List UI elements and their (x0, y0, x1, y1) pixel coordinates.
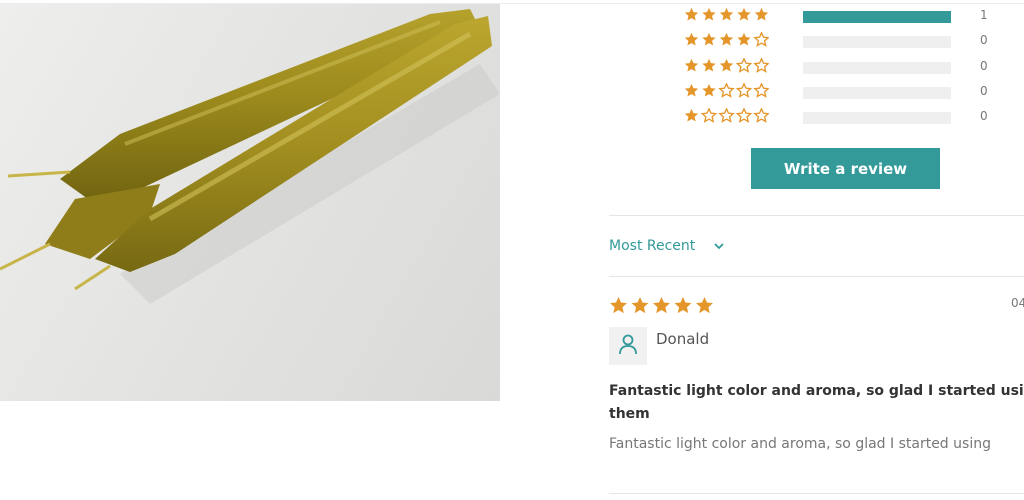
divider (609, 493, 1024, 494)
review-date: 04 (1011, 296, 1024, 310)
star-filled-icon (702, 58, 716, 72)
star-empty-icon (753, 32, 769, 47)
star-filled-icon (684, 7, 699, 21)
histogram-stars (684, 58, 774, 76)
star-filled-icon (702, 7, 716, 21)
star-empty-icon (718, 108, 735, 123)
histogram-bar-fill (803, 11, 951, 23)
star-empty-icon (753, 58, 769, 73)
star-filled-icon (674, 297, 692, 314)
histogram-row-1[interactable]: 0 (684, 108, 1004, 126)
star-filled-icon (737, 7, 751, 21)
star-filled-icon (719, 58, 734, 72)
histogram-row-4[interactable]: 0 (684, 32, 1004, 50)
write-review-button[interactable]: Write a review (751, 148, 940, 189)
sort-dropdown[interactable]: Most Recent (609, 236, 725, 256)
star-filled-icon (754, 7, 769, 21)
product-image (0, 4, 500, 401)
star-filled-icon (719, 32, 734, 46)
star-filled-icon (702, 32, 716, 46)
star-filled-icon (610, 297, 627, 314)
star-filled-icon (684, 58, 699, 72)
sort-label: Most Recent (609, 238, 696, 254)
divider (609, 215, 1024, 216)
histogram-count: 0 (980, 33, 988, 47)
star-empty-icon (735, 108, 753, 123)
star-filled-icon (653, 297, 670, 314)
histogram-stars (684, 83, 774, 101)
review-title: Fantastic light color and aroma, so glad… (609, 380, 1024, 426)
user-icon (618, 333, 638, 359)
star-filled-icon (737, 32, 751, 46)
chevron-down-icon (713, 238, 725, 254)
histogram-count: 0 (980, 109, 988, 123)
histogram-stars (684, 108, 774, 126)
histogram-row-2[interactable]: 0 (684, 83, 1004, 101)
review-title-line1: Fantastic light color and aroma, so glad… (609, 383, 1024, 399)
star-filled-icon (684, 83, 699, 97)
review-body: Fantastic light color and aroma, so glad… (609, 436, 991, 452)
star-empty-icon (735, 83, 753, 98)
review-author: Donald (656, 330, 710, 348)
star-filled-icon (684, 32, 699, 46)
histogram-row-3[interactable]: 0 (684, 58, 1004, 76)
star-filled-icon (719, 7, 734, 21)
histogram-bar (803, 87, 951, 99)
star-filled-icon (696, 297, 713, 314)
avatar (609, 327, 647, 365)
star-filled-icon (684, 108, 699, 122)
star-filled-icon (702, 83, 716, 97)
review-title-line2: them (609, 406, 650, 422)
star-empty-icon (718, 83, 735, 98)
review-rating (609, 296, 719, 316)
star-empty-icon (700, 108, 718, 123)
histogram-stars (684, 32, 774, 50)
histogram-bar (803, 36, 951, 48)
histogram-bar (803, 62, 951, 74)
histogram-bar (803, 112, 951, 124)
divider (609, 276, 1024, 277)
histogram-count: 1 (980, 8, 988, 22)
star-empty-icon (753, 108, 769, 123)
histogram-bar (803, 11, 951, 23)
histogram-count: 0 (980, 59, 988, 73)
star-empty-icon (753, 83, 769, 98)
histogram-count: 0 (980, 84, 988, 98)
histogram-row-5[interactable]: 1 (684, 7, 1004, 25)
star-filled-icon (631, 297, 649, 314)
histogram-stars (684, 7, 774, 25)
star-empty-icon (735, 58, 753, 73)
